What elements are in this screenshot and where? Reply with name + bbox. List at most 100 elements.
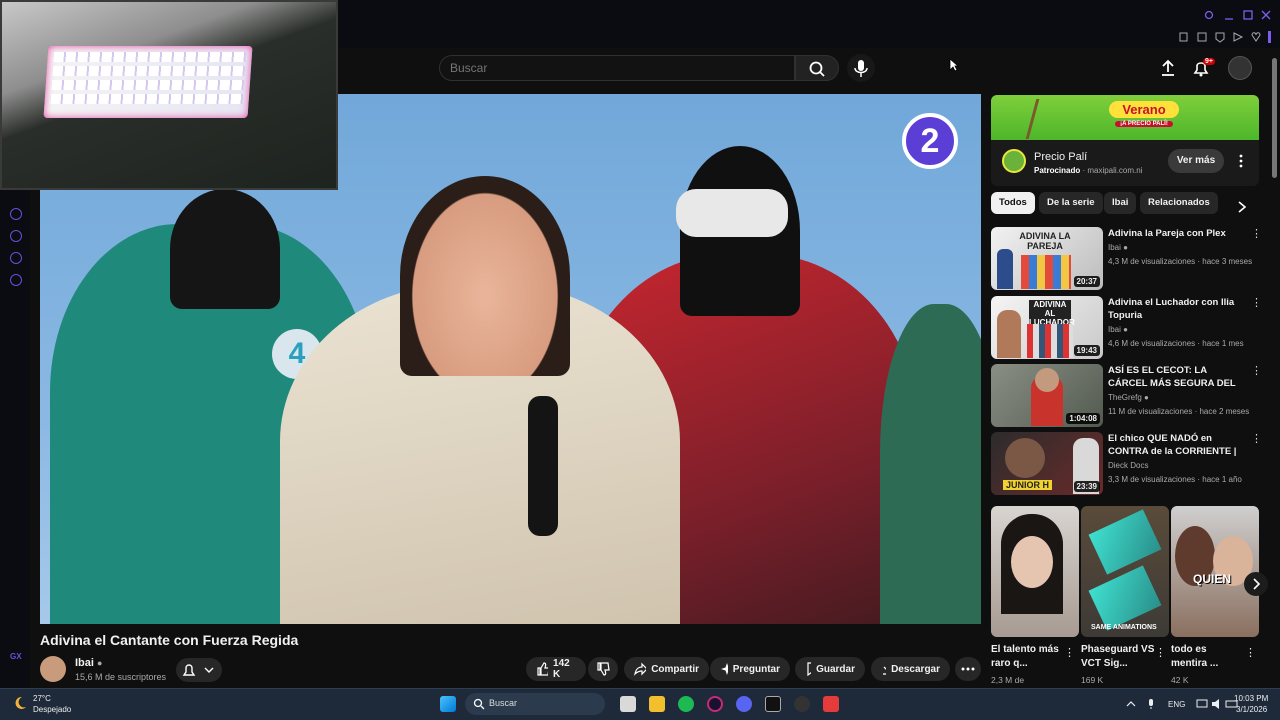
- download-label: Descargar: [891, 663, 940, 675]
- save-label: Guardar: [816, 663, 855, 675]
- channel-name[interactable]: Ibai ●: [75, 657, 102, 669]
- recommendation-channel: Dieck Docs: [1108, 461, 1149, 470]
- microphone-icon: [854, 60, 868, 77]
- more-actions-button[interactable]: [955, 657, 981, 681]
- chevron-down-icon: [204, 667, 214, 673]
- advertiser-logo[interactable]: [1002, 149, 1026, 173]
- thumbnail-text: ADIVINA AL LUCHADOR: [1029, 300, 1075, 327]
- taskbar-search-label: Buscar: [489, 698, 518, 708]
- task-view-icon[interactable]: [620, 696, 636, 712]
- chips-next-button[interactable]: [1236, 200, 1248, 214]
- language-indicator[interactable]: ENG: [1168, 700, 1185, 709]
- short-title: El talento más raro q...: [991, 644, 1059, 669]
- ad-cta-button[interactable]: Ver más: [1168, 149, 1224, 173]
- ad-banner-subtitle: ¡A PRECIO PALÍ!: [1115, 121, 1173, 127]
- ask-label: Preguntar: [732, 663, 780, 675]
- subscription-bell-button[interactable]: [176, 658, 222, 682]
- start-menu-icon[interactable]: [440, 696, 456, 712]
- search-button[interactable]: [795, 55, 839, 81]
- file-explorer-icon[interactable]: [649, 696, 665, 712]
- shorts-next-button[interactable]: [1244, 572, 1268, 596]
- advertiser-name: Precio Palí: [1034, 151, 1088, 163]
- notification-badge: 9+: [1203, 58, 1215, 65]
- recommendation-channel-text: Ibai: [1108, 325, 1121, 334]
- video-person-face: [400, 176, 570, 376]
- recommendation-menu-icon[interactable]: ⋮: [1251, 227, 1262, 240]
- short-thumbnail[interactable]: SAME ANIMATIONS: [1081, 506, 1169, 637]
- short-menu-icon[interactable]: ⋮: [1155, 646, 1166, 659]
- dislike-button[interactable]: [588, 657, 618, 681]
- clock-date: 3/1/2026: [1236, 705, 1268, 714]
- opera-gx-icon[interactable]: [707, 696, 723, 712]
- recommendation-item[interactable]: ADIVINA LA PAREJA 20:37 Adivina la Parej…: [991, 227, 1262, 291]
- recommendation-meta: 4,3 M de visualizaciones · hace 3 meses: [1108, 257, 1253, 266]
- like-count: 142 K: [553, 658, 570, 680]
- video-channel-badge: 2: [902, 113, 958, 169]
- taskbar-search[interactable]: Buscar: [465, 693, 605, 715]
- app-icon[interactable]: [823, 696, 839, 712]
- window-controls: [1204, 9, 1274, 21]
- thumbnail-face: [1035, 368, 1059, 392]
- video-duration: 20:37: [1073, 276, 1100, 287]
- recommendation-meta: 11 M de visualizaciones · hace 2 meses: [1108, 407, 1250, 416]
- recommendation-item[interactable]: JUNIOR H 23:39 El chico QUE NADÓ en CONT…: [991, 432, 1262, 496]
- search-input[interactable]: [439, 55, 795, 81]
- page-scrollbar[interactable]: [1272, 58, 1277, 178]
- ask-button[interactable]: Preguntar: [710, 657, 790, 681]
- tray-chevron-up-icon[interactable]: [1126, 699, 1136, 709]
- thumbnail-text: ADIVINA LA PAREJA: [1019, 231, 1071, 251]
- chip-todos[interactable]: Todos: [991, 192, 1035, 214]
- upload-button[interactable]: [1160, 59, 1176, 77]
- recommendation-menu-icon[interactable]: ⋮: [1251, 364, 1262, 377]
- steam-icon[interactable]: [794, 696, 810, 712]
- ad-banner[interactable]: Verano ¡A PRECIO PALÍ!: [991, 95, 1259, 140]
- short-title: Phaseguard VS VCT Sig...: [1081, 644, 1155, 669]
- recommendation-title: ASÍ ES EL CECOT: LA CÁRCEL MÁS SEGURA DE…: [1108, 365, 1236, 389]
- browser-toolbar-icons[interactable]: [1178, 31, 1278, 43]
- discord-icon[interactable]: [736, 696, 752, 712]
- short-views: 42 K: [1171, 675, 1189, 685]
- recommendation-thumbnail: ADIVINA AL LUCHADOR 19:43: [991, 296, 1103, 359]
- short-menu-icon[interactable]: ⋮: [1064, 646, 1075, 659]
- like-button[interactable]: 142 K: [526, 657, 586, 681]
- sidebar-extensions-icon[interactable]: [10, 252, 22, 264]
- thumbnail-weapon: [1088, 565, 1162, 631]
- recommendation-meta: 3,3 M de visualizaciones · hace 1 año: [1108, 475, 1242, 484]
- ad-more-options-icon[interactable]: [1237, 153, 1245, 169]
- microphone-icon[interactable]: [1146, 698, 1156, 710]
- recommendation-channel-text: Ibai: [1108, 243, 1121, 252]
- account-avatar[interactable]: [1228, 56, 1252, 80]
- weather-icon[interactable]: [12, 695, 28, 711]
- spotify-icon[interactable]: [678, 696, 694, 712]
- recommendation-title: Adivina el Luchador con Ilia Topuria: [1108, 297, 1235, 321]
- upload-icon: [1162, 59, 1174, 76]
- palm-tree-icon: [1025, 99, 1097, 139]
- sidebar-history-icon[interactable]: [10, 230, 22, 242]
- short-menu-icon[interactable]: ⋮: [1245, 646, 1256, 659]
- short-thumbnail[interactable]: [991, 506, 1079, 637]
- voice-search-button[interactable]: [847, 54, 875, 82]
- sidebar-settings-icon[interactable]: [10, 274, 22, 286]
- recommendation-channel: Ibai ●: [1108, 325, 1128, 334]
- video-duration: 1:04:08: [1066, 413, 1100, 424]
- chip-relacionados[interactable]: Relacionados: [1140, 192, 1218, 214]
- channel-avatar[interactable]: [40, 656, 66, 682]
- more-horizontal-icon: [961, 667, 975, 671]
- chevron-right-icon: [1238, 201, 1247, 213]
- recommendation-item[interactable]: ADIVINA AL LUCHADOR 19:43 Adivina el Luc…: [991, 296, 1262, 360]
- epic-games-icon[interactable]: [765, 696, 781, 712]
- chip-ibai[interactable]: Ibai: [1104, 192, 1137, 214]
- share-button[interactable]: Compartir: [624, 657, 709, 681]
- chip-de-la-serie[interactable]: De la serie: [1039, 192, 1103, 214]
- verified-icon: ●: [97, 658, 103, 668]
- clock-time: 10:03 PM: [1234, 694, 1269, 703]
- save-button[interactable]: Guardar: [795, 657, 865, 681]
- recommendation-menu-icon[interactable]: ⋮: [1251, 432, 1262, 445]
- notifications-button[interactable]: 9+: [1192, 58, 1216, 78]
- recommendation-item[interactable]: 1:04:08 ASÍ ES EL CECOT: LA CÁRCEL MÁS S…: [991, 364, 1262, 428]
- download-button[interactable]: Descargar: [871, 657, 950, 681]
- sidebar-player-icon[interactable]: [10, 208, 22, 220]
- recommendation-menu-icon[interactable]: ⋮: [1251, 296, 1262, 309]
- recommendation-channel-text: TheGrefg: [1108, 393, 1142, 402]
- subscriber-count: 15,6 M de suscriptores: [75, 672, 167, 682]
